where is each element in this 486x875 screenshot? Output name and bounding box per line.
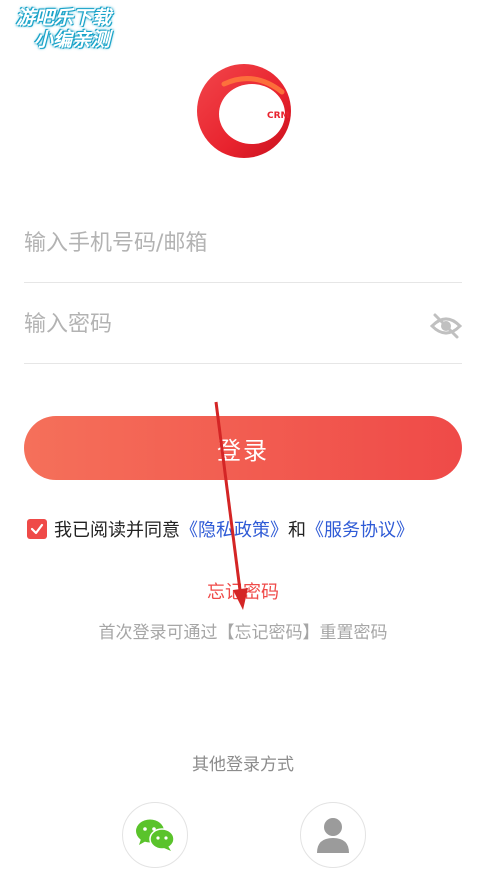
- agreement-text: 我已阅读并同意: [54, 520, 180, 541]
- account-login-button[interactable]: [300, 802, 366, 868]
- eye-hidden-icon[interactable]: [430, 312, 462, 340]
- reset-hint: 首次登录可通过【忘记密码】重置密码: [98, 623, 388, 643]
- watermark-line-2: 小编亲测: [34, 28, 111, 51]
- logo-text: CRM: [267, 111, 290, 121]
- agreement-checkbox[interactable]: [27, 519, 47, 539]
- login-button[interactable]: 登录: [24, 416, 462, 480]
- wechat-icon: [136, 819, 175, 851]
- account-icon: [317, 818, 349, 853]
- watermark: 游吧乐下载 小编亲测: [10, 7, 150, 52]
- wechat-login-button[interactable]: [122, 802, 188, 868]
- agreement-and: 和: [288, 520, 306, 541]
- watermark-line-1: 游吧乐下载: [16, 7, 112, 29]
- other-login-title: 其他登录方式: [192, 755, 294, 775]
- crm-logo: CRM: [197, 64, 291, 158]
- agreement-row: 我已阅读并同意 《隐私政策》 和 《服务协议》: [27, 516, 414, 542]
- forgot-password-link[interactable]: 忘记密码: [0, 578, 486, 604]
- password-input[interactable]: [24, 284, 404, 364]
- service-agreement-link[interactable]: 《服务协议》: [306, 516, 414, 542]
- check-icon: [30, 523, 44, 535]
- privacy-policy-link[interactable]: 《隐私政策》: [180, 516, 288, 542]
- password-field: [24, 284, 462, 364]
- phone-input[interactable]: [24, 203, 404, 283]
- phone-field: [24, 203, 462, 283]
